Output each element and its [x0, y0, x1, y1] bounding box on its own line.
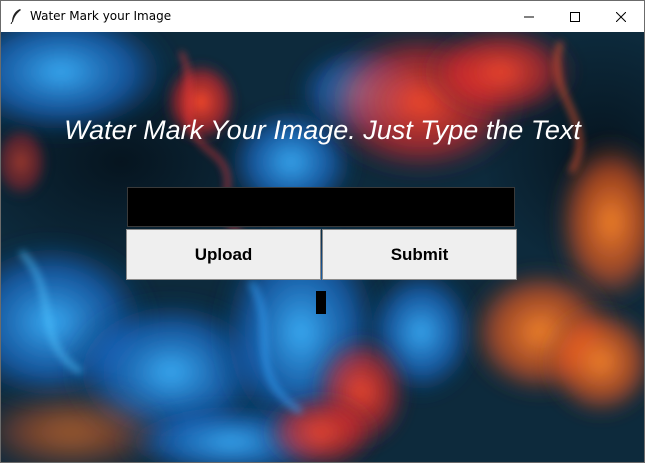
status-label	[316, 291, 326, 314]
close-icon	[616, 11, 626, 22]
minimize-button[interactable]	[506, 1, 552, 32]
main-canvas: Water Mark Your Image. Just Type the Tex…	[1, 32, 644, 462]
maximize-icon	[570, 11, 580, 22]
upload-button[interactable]: Upload	[126, 229, 321, 280]
page-title: Water Mark Your Image. Just Type the Tex…	[64, 115, 581, 145]
close-button[interactable]	[598, 1, 644, 32]
window-title: Water Mark your Image	[30, 9, 172, 23]
title-bar[interactable]: Water Mark your Image	[1, 1, 644, 32]
watermark-text-input[interactable]	[127, 187, 515, 227]
feather-icon	[9, 8, 23, 25]
maximize-button[interactable]	[552, 1, 598, 32]
app-window: Water Mark your Image Water Mark Your Im…	[0, 0, 645, 463]
submit-button[interactable]: Submit	[322, 229, 517, 280]
minimize-icon	[524, 12, 534, 22]
